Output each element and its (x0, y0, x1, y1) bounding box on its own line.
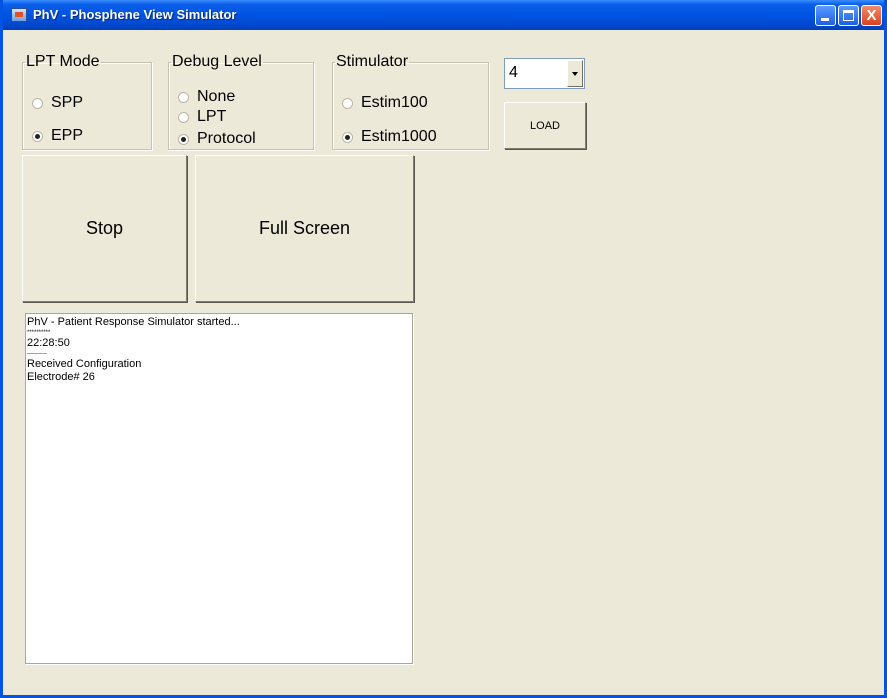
full-screen-button-label: Full Screen (258, 218, 351, 238)
load-button[interactable]: LOAD (504, 102, 586, 149)
debug-level-legend: Debug Level (172, 53, 262, 70)
radio-estim1000[interactable]: Estim1000 (343, 128, 437, 146)
log-line: ********** (27, 330, 51, 336)
radio-estim100-label: Estim100 (361, 94, 428, 111)
full-screen-button[interactable]: Full Screen (195, 155, 414, 302)
log-textbox[interactable]: PhV - Patient Response Simulator started… (25, 313, 413, 664)
minimize-icon (821, 18, 829, 21)
maximize-button[interactable] (838, 5, 859, 26)
radio-spp-label: SPP (51, 94, 84, 111)
lpt-mode-group: LPT Mode SPP EPP (22, 54, 152, 150)
electrode-select-value: 4 (509, 64, 518, 81)
electrode-select[interactable]: 4 (504, 58, 585, 89)
stimulator-legend: Stimulator (336, 53, 409, 70)
close-icon: X (866, 7, 877, 24)
title-bar[interactable]: PhV - Phosphene View Simulator X (3, 0, 884, 30)
radio-epp-dot (33, 131, 42, 141)
log-line: PhV - Patient Response Simulator started… (27, 316, 240, 328)
radio-debug-lpt[interactable]: LPT (179, 108, 226, 126)
radio-estim1000-dot (343, 132, 352, 142)
radio-debug-none[interactable]: None (179, 88, 235, 106)
close-button[interactable]: X (861, 5, 882, 26)
log-line: Electrode# 26 (27, 371, 95, 383)
log-line: ---------- (27, 351, 47, 357)
radio-debug-protocol-dot (179, 134, 188, 144)
radio-debug-protocol-label: Protocol (197, 130, 256, 147)
main-window: PhV - Phosphene View Simulator X LPT Mod… (0, 0, 887, 698)
maximize-icon (843, 10, 854, 21)
window-title: PhV - Phosphene View Simulator (33, 7, 237, 22)
debug-level-group: Debug Level None LPT Protocol (168, 54, 314, 150)
lpt-mode-legend: LPT Mode (26, 53, 100, 70)
chevron-down-icon[interactable] (567, 60, 583, 87)
log-line: 22:28:50 (27, 337, 70, 349)
radio-spp-dot (33, 98, 42, 108)
radio-debug-lpt-label: LPT (197, 108, 227, 125)
stop-button-label: Stop (85, 218, 124, 238)
radio-debug-lpt-dot (179, 112, 188, 122)
load-button-label: LOAD (530, 119, 560, 132)
radio-estim100-dot (343, 98, 352, 108)
radio-estim100[interactable]: Estim100 (343, 94, 428, 112)
radio-debug-none-dot (179, 92, 188, 102)
app-icon (11, 8, 27, 22)
radio-spp[interactable]: SPP (33, 94, 83, 112)
stop-button[interactable]: Stop (22, 155, 187, 302)
radio-estim1000-label: Estim1000 (361, 128, 437, 145)
radio-debug-protocol[interactable]: Protocol (179, 130, 256, 148)
minimize-button[interactable] (815, 5, 836, 26)
stimulator-group: Stimulator Estim100 Estim1000 (332, 54, 489, 150)
radio-epp[interactable]: EPP (33, 127, 83, 145)
log-line: Received Configuration (27, 358, 142, 370)
radio-debug-none-label: None (197, 88, 236, 105)
radio-epp-label: EPP (51, 127, 84, 144)
